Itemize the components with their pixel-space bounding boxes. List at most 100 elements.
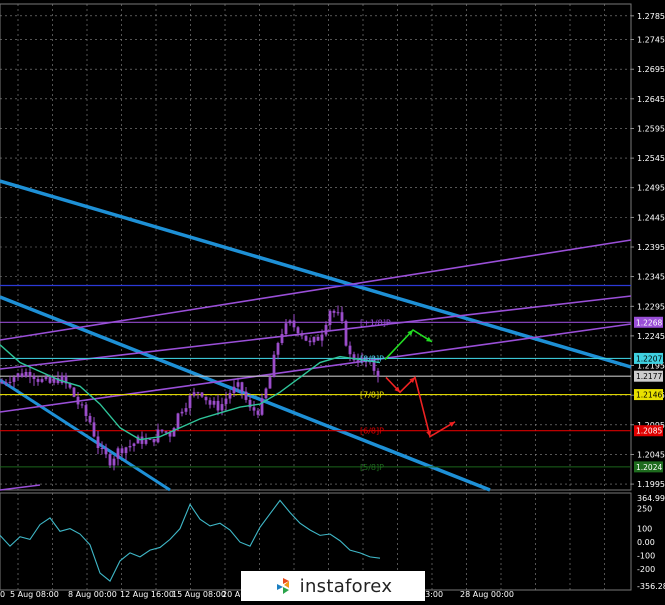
time-tick-label: 0 bbox=[0, 590, 5, 599]
candle-body bbox=[376, 370, 380, 377]
candle-body bbox=[308, 340, 312, 343]
forecast-arrows bbox=[384, 328, 456, 438]
candle-body bbox=[224, 398, 228, 405]
price-tick-label: 1.2745 bbox=[637, 36, 665, 45]
price-tag-label: 1.2268 bbox=[636, 318, 662, 327]
candle-body bbox=[284, 323, 288, 335]
candle-body bbox=[100, 447, 104, 449]
time-tick-label: 12 Aug 16:00 bbox=[120, 590, 174, 599]
candle-body bbox=[296, 327, 300, 334]
indicator-line bbox=[0, 499, 381, 582]
logo-text: instaforex bbox=[299, 575, 393, 597]
candle-body bbox=[4, 382, 8, 384]
indicator-axis: 364.9945250 100 0.00 -100 -200 -356.2847 bbox=[637, 494, 665, 591]
time-tick-label: 15 Aug 08:00 bbox=[172, 590, 226, 599]
candle-body bbox=[244, 391, 248, 400]
candle-body bbox=[304, 335, 308, 341]
candle-body bbox=[288, 320, 292, 324]
candle-body bbox=[36, 379, 40, 382]
time-tick-label: 5 Aug 08:00 bbox=[10, 590, 59, 599]
candle-body bbox=[348, 345, 352, 355]
candle-body bbox=[216, 400, 220, 411]
candle-body bbox=[96, 436, 100, 448]
channel-line bbox=[0, 239, 632, 341]
price-tick-label: 1.2395 bbox=[637, 243, 665, 252]
candle-body bbox=[28, 372, 32, 377]
price-tag-label: 1.2146 bbox=[636, 391, 662, 400]
candle-body bbox=[24, 372, 28, 377]
candle-body bbox=[260, 398, 264, 415]
level-label: [6/8]P bbox=[360, 427, 384, 436]
price-tick-label: 1.2445 bbox=[637, 213, 665, 222]
price-tag-label: 1.2177 bbox=[636, 372, 662, 381]
indicator-tick-label: -200 bbox=[637, 565, 655, 574]
price-tag-label: 1.2024 bbox=[636, 463, 662, 472]
candle-body bbox=[120, 448, 124, 454]
candle-body bbox=[240, 382, 244, 392]
candle-body bbox=[320, 334, 324, 341]
cci-line bbox=[0, 499, 381, 582]
price-tick-label: 1.2045 bbox=[637, 450, 665, 459]
candle-body bbox=[204, 396, 208, 401]
forex-chart: [+1/8]P[8/8]P[7/8]P[6/8]P[5/8]P 1.27851.… bbox=[0, 3, 665, 599]
price-tag-label: 1.2085 bbox=[636, 427, 662, 436]
indicator-tick-label: 364.9945 bbox=[637, 494, 665, 503]
candle-body bbox=[84, 405, 88, 416]
candle-body bbox=[72, 387, 76, 397]
main-grid bbox=[0, 3, 632, 491]
candle-body bbox=[344, 321, 348, 346]
price-tag-label: 1.2207 bbox=[636, 354, 662, 363]
candle-body bbox=[272, 354, 276, 378]
candle-body bbox=[208, 400, 212, 405]
level-label: [7/8]P bbox=[360, 391, 384, 400]
candle-body bbox=[76, 396, 80, 405]
candle-body bbox=[116, 448, 120, 459]
channel-lines bbox=[0, 179, 632, 492]
candle-body bbox=[8, 381, 12, 383]
candle-body bbox=[92, 422, 96, 437]
candle-body bbox=[252, 407, 256, 411]
indicator-tick-label: 100 bbox=[637, 525, 652, 534]
indicator-tick-label: 250 bbox=[637, 504, 652, 513]
price-axis: 1.2785 1.2745 1.2695 1.2645 1.2595 1.2545 1.24… bbox=[631, 12, 665, 489]
candle-body bbox=[196, 392, 200, 394]
price-tick-label: 1.1995 bbox=[637, 480, 665, 489]
instaforex-logo-icon bbox=[274, 577, 292, 595]
candle-body bbox=[124, 447, 128, 454]
candle-body bbox=[20, 373, 24, 377]
candle-body bbox=[180, 411, 184, 414]
channel-line bbox=[0, 179, 632, 369]
candle-body bbox=[44, 376, 48, 380]
price-tick-label: 1.2245 bbox=[637, 332, 665, 341]
forecast-arrow-down bbox=[385, 375, 456, 438]
candle-body bbox=[276, 343, 280, 355]
candle-body bbox=[16, 373, 20, 378]
channel-line bbox=[0, 378, 171, 492]
candle-body bbox=[328, 310, 332, 325]
candle-body bbox=[228, 393, 232, 399]
candle-body bbox=[176, 413, 180, 429]
candle-body bbox=[144, 439, 148, 444]
candle-body bbox=[324, 324, 328, 335]
candle-body bbox=[268, 377, 272, 389]
level-label: [5/8]P bbox=[360, 463, 384, 472]
price-tick-label: 1.2295 bbox=[637, 302, 665, 311]
candle-body bbox=[192, 392, 196, 396]
time-tick-label: 28 Aug 00:00 bbox=[460, 590, 514, 599]
time-tick-label: 8 Aug 00:00 bbox=[68, 590, 117, 599]
candle-body bbox=[264, 388, 268, 399]
candle-body bbox=[184, 408, 188, 412]
candle-body bbox=[316, 336, 320, 341]
candle-body bbox=[132, 443, 136, 447]
candle-body bbox=[312, 336, 316, 343]
price-tick-label: 1.2785 bbox=[637, 12, 665, 21]
candle-body bbox=[332, 310, 336, 313]
candle-body bbox=[356, 360, 360, 363]
candle-body bbox=[164, 431, 168, 433]
price-tick-label: 1.2545 bbox=[637, 154, 665, 163]
indicator-tick-label: -356.2847 bbox=[637, 582, 665, 591]
candle-body bbox=[80, 404, 84, 406]
candle-body bbox=[300, 333, 304, 336]
candle-body bbox=[12, 377, 16, 382]
candle-body bbox=[156, 429, 160, 443]
